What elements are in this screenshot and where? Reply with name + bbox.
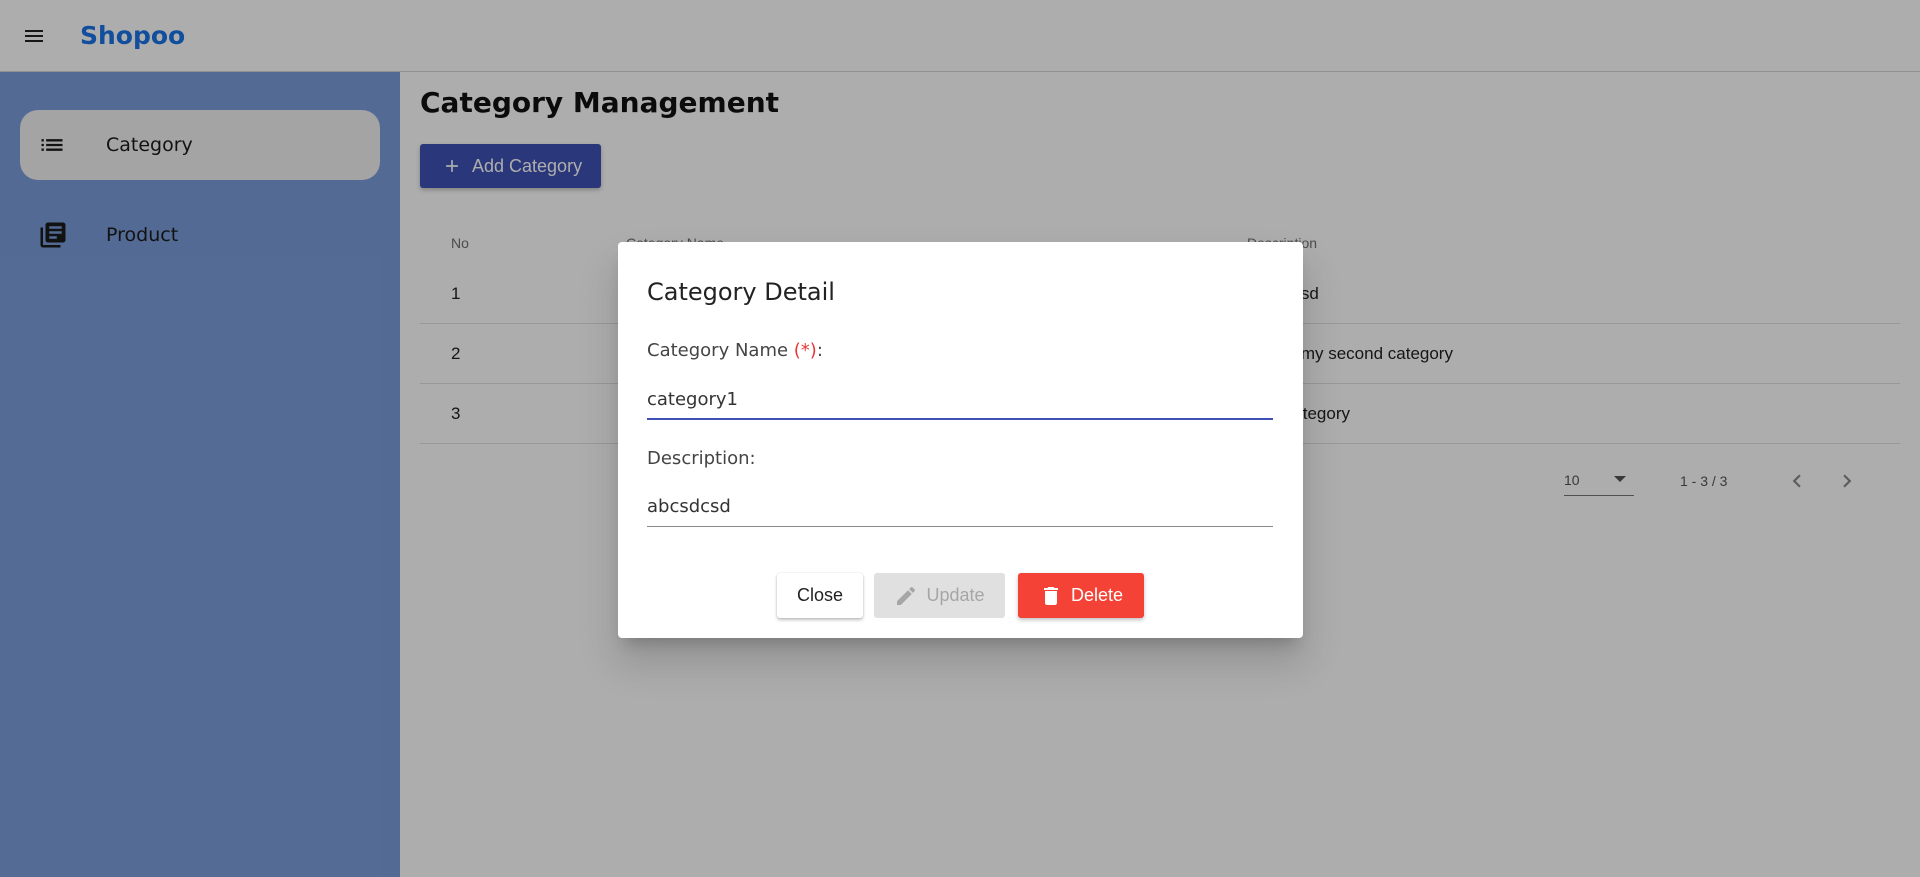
close-button[interactable]: Close bbox=[777, 573, 863, 618]
category-name-label-text: Category Name bbox=[647, 340, 794, 361]
required-mark: (*) bbox=[793, 340, 817, 361]
trash-icon bbox=[1039, 584, 1063, 608]
update-button[interactable]: Update bbox=[874, 573, 1005, 618]
label-suffix: : bbox=[816, 340, 823, 361]
description-label: Description: bbox=[647, 448, 756, 469]
dialog-actions: Close Update Delete bbox=[618, 573, 1303, 619]
delete-button[interactable]: Delete bbox=[1018, 573, 1144, 618]
update-label: Update bbox=[926, 585, 985, 605]
description-input[interactable]: abcsdcsd bbox=[647, 487, 1273, 527]
pencil-icon bbox=[894, 584, 918, 608]
delete-label: Delete bbox=[1070, 585, 1124, 605]
category-name-label: Category Name (*): bbox=[647, 340, 823, 361]
dialog-title: Category Detail bbox=[647, 278, 835, 306]
category-detail-dialog: Category Detail Category Name (*): categ… bbox=[618, 242, 1303, 638]
category-name-input[interactable]: category1 bbox=[647, 380, 1273, 420]
